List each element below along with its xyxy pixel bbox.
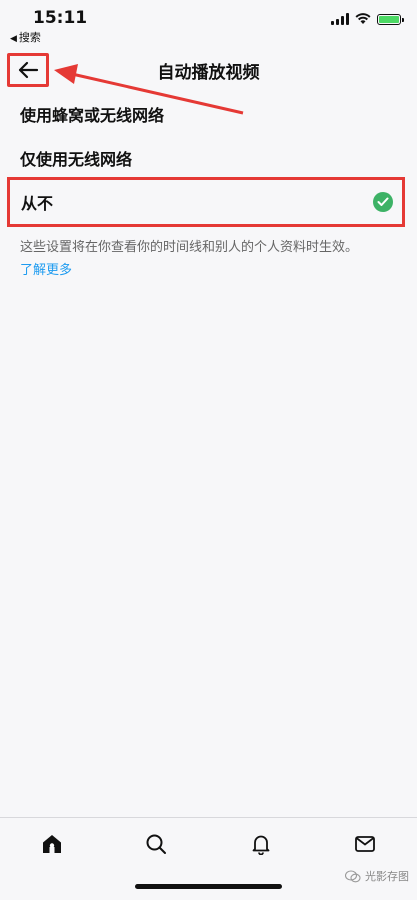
home-icon <box>43 835 62 853</box>
notifications-icon <box>252 835 270 855</box>
status-time: 15:11 <box>33 8 88 28</box>
option-label: 使用蜂窝或无线网络 <box>20 106 165 125</box>
option-cellular-or-wifi[interactable]: 使用蜂窝或无线网络 <box>0 92 417 136</box>
option-wifi-only[interactable]: 仅使用无线网络 <box>0 136 417 180</box>
back-app-label: 搜索 <box>18 31 41 44</box>
nav-search[interactable] <box>132 824 180 864</box>
checkmark-icon <box>373 192 393 212</box>
option-label: 从不 <box>21 194 54 213</box>
nav-notifications[interactable] <box>237 824 285 864</box>
bottom-nav <box>0 817 417 870</box>
search-icon <box>146 834 167 854</box>
settings-note: 这些设置将在你查看你的时间线和别人的个人资料时生效。 <box>20 240 359 255</box>
watermark: 光影存图 <box>345 868 409 884</box>
page-title: 自动播放视频 <box>157 63 260 83</box>
home-indicator <box>135 884 282 889</box>
nav-messages[interactable] <box>341 824 389 864</box>
wechat-icon <box>345 869 361 882</box>
cellular-signal-icon <box>331 13 349 25</box>
option-label: 仅使用无线网络 <box>20 150 133 169</box>
back-to-app-link[interactable]: ◀ 搜索 <box>10 29 41 45</box>
learn-more-link[interactable]: 了解更多 <box>20 259 72 278</box>
status-icons <box>331 13 404 25</box>
option-never[interactable]: 从不 <box>7 177 405 227</box>
wifi-icon <box>355 13 371 24</box>
battery-icon <box>377 13 404 25</box>
nav-home[interactable] <box>28 824 76 864</box>
status-bar: 15:11 ◀ 搜索 <box>0 0 417 44</box>
watermark-text: 光影存图 <box>365 870 409 883</box>
back-triangle-icon: ◀ <box>10 34 17 44</box>
messages-icon <box>354 836 375 852</box>
